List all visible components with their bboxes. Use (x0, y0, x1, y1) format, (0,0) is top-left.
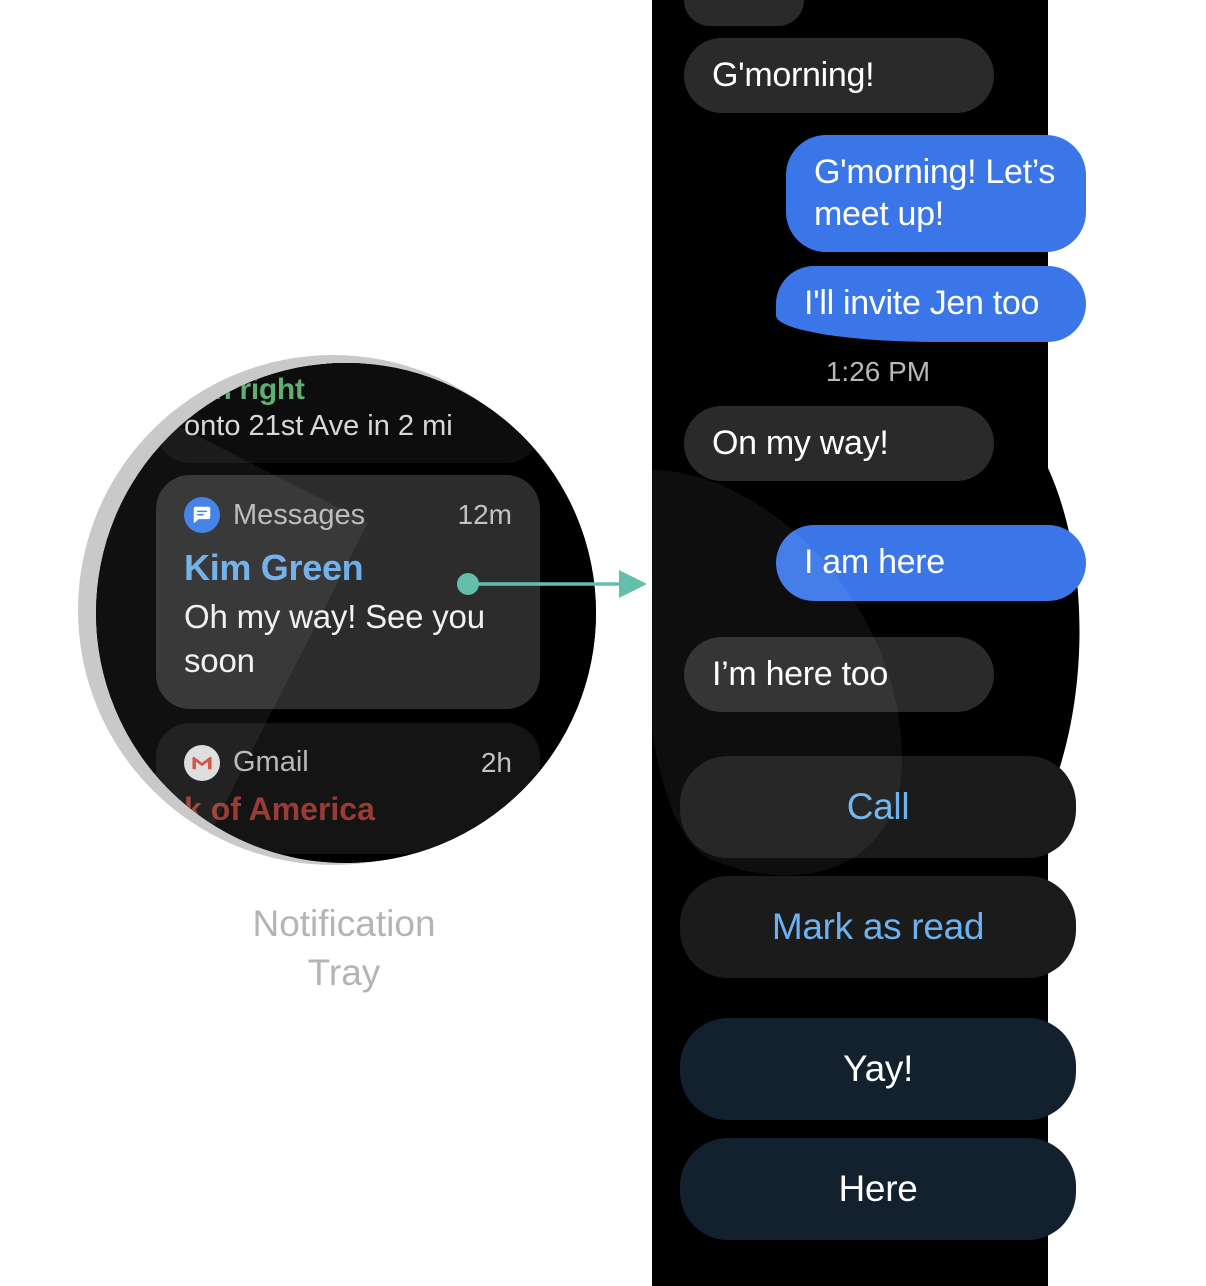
caption-notification-tray: Notification Tray (178, 900, 510, 998)
message-text: I am here (804, 543, 945, 582)
quick-reply-here-label: Here (838, 1168, 918, 1210)
notification-timestamp: 12m (457, 499, 512, 530)
mark-as-read-button-label: Mark as read (771, 906, 985, 948)
notification-card-navigation[interactable]: urn right onto 21st Ave in 2 mi (156, 363, 540, 463)
callout-connector (457, 570, 647, 598)
mark-as-read-button[interactable]: Mark as read (680, 876, 1076, 979)
nav-street-text: onto 21st Ave in 2 mi (184, 410, 453, 442)
call-button-label: Call (846, 786, 910, 828)
conversation-time-separator: 1:26 PM (825, 355, 931, 387)
message-bubble-clipped (684, 0, 804, 26)
message-text: G'morning! (712, 56, 875, 94)
notification-subject-gmail: k of America (184, 790, 375, 827)
watch-conversation-screen[interactable]: G'morning! G'morning! Let’s meet up! I'l… (652, 0, 1104, 1286)
notification-timestamp-gmail: 2h (480, 746, 512, 778)
quick-reply-yay-label: Yay! (842, 1048, 914, 1090)
message-thread[interactable]: G'morning! G'morning! Let’s meet up! I'l… (652, 0, 1104, 1258)
actions-spacer (670, 996, 1086, 1018)
notification-header-gmail: Gmail 2h (184, 744, 512, 781)
message-text: I'll invite Jen too (804, 284, 1040, 323)
message-bubble[interactable]: On my way! (684, 405, 994, 482)
caption-line-2: Tray (307, 951, 381, 993)
message-text: On my way! (712, 423, 889, 462)
caption-line-1: Notification (252, 903, 436, 944)
messages-icon (184, 497, 220, 533)
notification-app-name-gmail: Gmail (233, 746, 309, 779)
watch-conversation-panel: G'morning! G'morning! Let’s meet up! I'l… (652, 0, 1104, 1286)
thread-spacer (670, 734, 1086, 756)
screenshot-root: urn right onto 21st Ave in 2 mi Messages… (0, 0, 1206, 1286)
message-bubble[interactable]: G'morning! (684, 38, 994, 114)
thread-spacer (670, 503, 1086, 525)
call-button[interactable]: Call (680, 756, 1076, 859)
message-bubble[interactable]: I'll invite Jen too (776, 266, 1086, 342)
message-text: G'morning! Let’s meet up! (814, 153, 1056, 233)
nav-direction-text: urn right (184, 373, 305, 406)
gmail-icon (184, 744, 220, 781)
thread-spacer (670, 615, 1086, 637)
message-bubble[interactable]: I’m here too (684, 636, 994, 713)
quick-reply-yay-button[interactable]: Yay! (680, 1018, 1076, 1121)
message-text: I’m here too (712, 654, 888, 693)
message-bubble[interactable]: G'morning! Let’s meet up! (786, 135, 1086, 253)
quick-reply-here-button[interactable]: Here (680, 1138, 1076, 1241)
callout-arrowhead-icon (619, 570, 647, 598)
notification-app-name: Messages (233, 498, 366, 531)
notification-header: Messages 12m (184, 497, 512, 533)
notification-card-gmail[interactable]: Gmail 2h k of America (156, 722, 540, 854)
message-bubble[interactable]: I am here (776, 525, 1086, 601)
